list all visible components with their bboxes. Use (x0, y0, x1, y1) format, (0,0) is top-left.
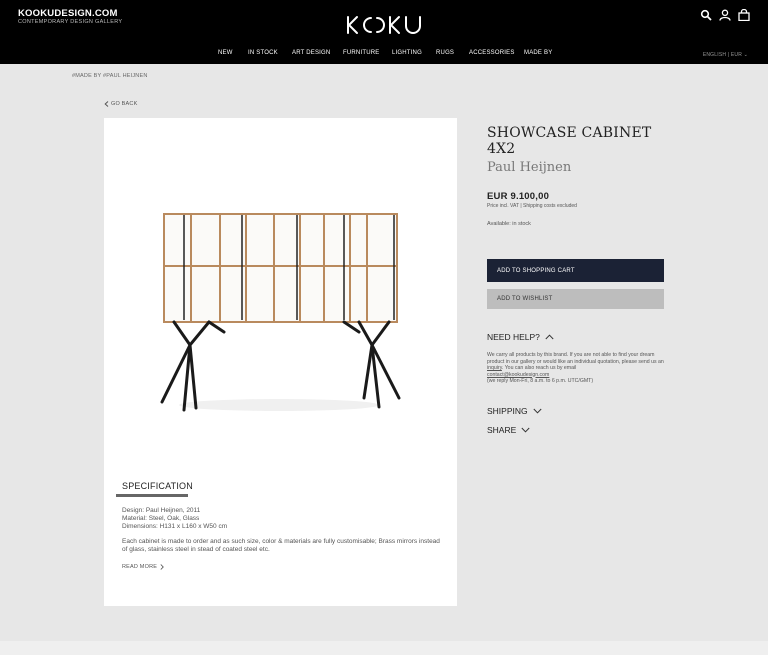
nav-in-stock[interactable]: IN STOCK (248, 50, 278, 56)
tab-specification[interactable]: SPECIFICATION (116, 481, 193, 491)
nav-made-by[interactable]: MADE BY (524, 50, 552, 56)
nav-lighting[interactable]: LIGHTING (392, 50, 422, 56)
user-icon[interactable] (719, 9, 731, 21)
spec-dimensions: Dimensions: H131 x L160 x W50 cm (122, 522, 228, 530)
site-header: KOOKUDESIGN.COM CONTEMPORARY DESIGN GALL… (0, 0, 768, 64)
kooku-logo[interactable] (345, 14, 423, 36)
chevron-left-icon (104, 101, 109, 107)
spec-design: Design: Paul Heijnen, 2011 (122, 507, 201, 514)
brand-block[interactable]: KOOKUDESIGN.COM CONTEMPORARY DESIGN GALL… (18, 9, 122, 26)
email-link[interactable]: contact@kookudesign.com (487, 372, 549, 378)
product-price: EUR 9.100,00 (487, 191, 550, 202)
shipping-label: SHIPPING (487, 406, 528, 416)
locale-selector[interactable]: ENGLISH | EUR ⌄ (703, 52, 748, 58)
spec-material: Material: Steel, Oak, Glass (122, 514, 200, 522)
chevron-down-icon (521, 427, 530, 433)
nav-furniture[interactable]: FURNITURE (343, 50, 379, 56)
chevron-up-icon (545, 334, 554, 340)
spec-details: Design: Paul Heijnen, 2011 Material: Ste… (122, 507, 442, 530)
share-toggle[interactable]: SHARE (487, 425, 530, 435)
breadcrumb[interactable]: #MADE BY #PAUL HEIJNEN (72, 73, 148, 79)
help-text-1: We carry all products by this brand. If … (487, 352, 664, 365)
product-card: SPECIFICATION Design: Paul Heijnen, 2011… (104, 118, 457, 606)
need-help-toggle[interactable]: NEED HELP? (487, 332, 554, 342)
shipping-toggle[interactable]: SHIPPING (487, 406, 542, 416)
need-help-label: NEED HELP? (487, 332, 540, 342)
help-text: We carry all products by this brand. If … (487, 352, 669, 385)
price-note: Price incl. VAT | Shipping costs exclude… (487, 203, 577, 209)
read-more-link[interactable]: READ MORE (122, 564, 164, 570)
nav-accessories[interactable]: ACCESSORIES (469, 50, 515, 56)
go-back-link[interactable]: GO BACK (104, 101, 137, 107)
nav-new[interactable]: NEW (218, 50, 233, 56)
add-to-wishlist-button[interactable]: ADD TO WISHLIST (487, 289, 664, 309)
nav-art-design[interactable]: ART DESIGN (292, 50, 330, 56)
brand-name: KOOKUDESIGN.COM (18, 8, 118, 19)
help-text-2: . You can also reach us by email (501, 365, 577, 371)
bag-icon[interactable] (738, 9, 750, 21)
go-back-label: GO BACK (111, 101, 138, 107)
read-more-label: READ MORE (122, 564, 158, 570)
nav-rugs[interactable]: RUGS (436, 50, 454, 56)
product-designer[interactable]: Paul Heijnen (487, 160, 571, 175)
inquiry-link[interactable]: inquiry (487, 365, 502, 371)
chevron-right-icon (160, 564, 164, 570)
footer-strip (0, 641, 768, 655)
brand-tagline: CONTEMPORARY DESIGN GALLERY (18, 19, 123, 25)
spec-description: Each cabinet is made to order and as suc… (122, 538, 440, 553)
add-to-cart-button[interactable]: ADD TO SHOPPING CART (487, 259, 664, 282)
main-nav: NEW IN STOCK ART DESIGN FURNITURE LIGHTI… (0, 50, 768, 60)
header-icons (700, 9, 750, 21)
availability-status: Available: in stock (487, 221, 531, 227)
search-icon[interactable] (700, 9, 712, 21)
help-hours: (we reply Mon-Fri, 8 a.m. to 6 p.m. UTC/… (487, 378, 594, 384)
chevron-down-icon (533, 408, 542, 414)
share-label: SHARE (487, 425, 517, 435)
tab-underline (116, 494, 188, 497)
product-image[interactable] (154, 210, 404, 420)
product-title: SHOWCASE CABINET 4X2 (487, 125, 652, 157)
